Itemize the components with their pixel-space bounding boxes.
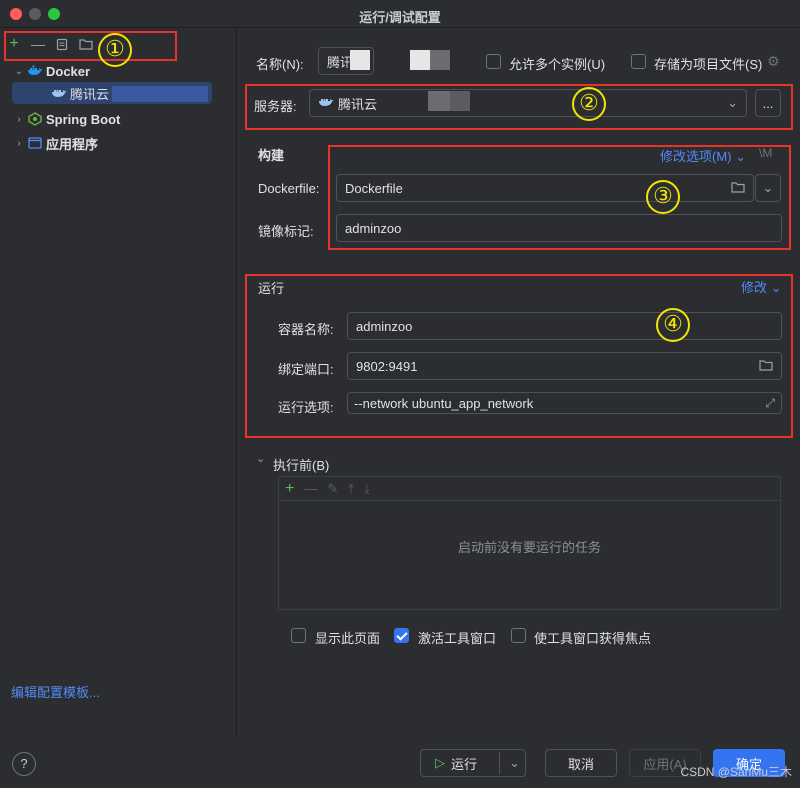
play-icon: ▷	[435, 755, 445, 770]
expand-icon[interactable]: ⤢	[765, 396, 775, 411]
plus-icon[interactable]: +	[6, 35, 22, 52]
container-name-label: 容器名称:	[278, 322, 334, 337]
activate-tool-window-checkbox[interactable]	[394, 628, 409, 643]
application-icon	[26, 135, 44, 151]
image-tag-field[interactable]: adminzoo	[336, 214, 782, 242]
chevron-down-icon: ⌄	[735, 149, 747, 164]
docker-icon	[26, 63, 44, 79]
tree-item-label: 腾讯云	[70, 86, 110, 102]
tree-item-spring-boot[interactable]: › Spring Boot	[0, 108, 230, 130]
tree-item-label: 应用程序	[46, 136, 99, 152]
redaction-mask	[450, 91, 470, 111]
redaction-mask	[410, 50, 430, 70]
server-select[interactable]: 腾讯云 ⌄	[309, 89, 747, 117]
window-title: 运行/调试配置	[359, 10, 441, 25]
gear-icon[interactable]: ⚙	[767, 53, 780, 70]
before-launch-panel: + — ✎ ⤒ ⤓ 启动前没有要运行的任务	[278, 476, 781, 610]
image-tag-label: 镜像标记:	[258, 224, 314, 239]
tree-item-application[interactable]: › 应用程序	[0, 132, 230, 154]
server-label: 服务器:	[254, 99, 297, 114]
modify-options-link[interactable]: 修改选项(M) ⌄	[660, 146, 746, 165]
watermark: CSDN @SanMu三木	[680, 765, 792, 779]
server-more-button[interactable]: ...	[755, 89, 781, 117]
build-section-title: 构建	[258, 148, 285, 163]
run-section-title: 运行	[258, 281, 285, 296]
name-label: 名称(N):	[256, 57, 304, 72]
annotation-number-4: ④	[656, 308, 690, 342]
redaction-mask	[430, 50, 450, 70]
plus-icon[interactable]: +	[285, 480, 294, 498]
chevron-right-icon[interactable]: ›	[12, 138, 26, 149]
run-options-field[interactable]: --network ubuntu_app_network ⤢	[347, 392, 782, 414]
chevron-down-icon[interactable]: ⌄	[12, 66, 26, 77]
chevron-down-icon: ⌄	[727, 95, 738, 110]
store-as-project-file-label: 存储为项目文件(S)	[654, 57, 763, 72]
copy-icon[interactable]	[54, 36, 70, 52]
before-launch-title: 执行前(B)	[273, 458, 330, 473]
focus-tool-window-checkbox[interactable]	[511, 628, 526, 643]
tree-item-label: Docker	[46, 63, 91, 79]
bind-ports-label: 绑定端口:	[278, 362, 334, 377]
shortcut-hint: \M	[759, 146, 773, 160]
edit-config-templates-link[interactable]: 编辑配置模板...	[11, 682, 100, 701]
minus-icon[interactable]: —	[30, 36, 46, 52]
chevron-down-icon[interactable]: ⌄	[509, 755, 520, 771]
chevron-down-icon: ⌄	[762, 180, 774, 195]
spring-boot-icon	[26, 111, 44, 127]
minus-icon[interactable]: —	[304, 481, 317, 496]
focus-tool-window-label: 使工具窗口获得焦点	[534, 631, 652, 646]
before-launch-empty-text: 启动前没有要运行的任务	[457, 540, 601, 555]
annotation-number-3: ③	[646, 180, 680, 214]
annotation-number-1: ①	[98, 33, 132, 67]
allow-multiple-instances-label: 允许多个实例(U)	[509, 57, 606, 72]
chevron-right-icon[interactable]: ›	[12, 114, 26, 125]
dockerfile-field[interactable]: Dockerfile	[336, 174, 754, 202]
redaction-mask	[428, 91, 450, 111]
folder-icon[interactable]	[759, 359, 773, 374]
redaction-mask	[112, 86, 208, 102]
folder-icon[interactable]	[78, 36, 94, 52]
move-down-icon[interactable]: ⤓	[364, 481, 370, 497]
edit-icon[interactable]: ✎	[327, 481, 338, 497]
folder-icon[interactable]	[731, 181, 745, 196]
bind-ports-field[interactable]: 9802:9491	[347, 352, 782, 380]
help-button[interactable]: ?	[12, 752, 36, 776]
title-bar: 运行/调试配置	[0, 0, 800, 28]
run-button[interactable]: ▷ 运行 ⌄	[420, 749, 526, 777]
cancel-button[interactable]: 取消	[545, 749, 617, 777]
show-page-label: 显示此页面	[315, 631, 381, 646]
container-name-field[interactable]: adminzoo	[347, 312, 782, 340]
tree-item-label: Spring Boot	[46, 111, 121, 127]
move-up-icon[interactable]: ⤒	[348, 481, 354, 497]
chevron-down-icon: ⌄	[770, 280, 782, 295]
allow-multiple-instances-checkbox[interactable]	[486, 54, 501, 69]
docker-icon	[318, 96, 334, 111]
annotation-number-2: ②	[572, 87, 606, 121]
run-modify-link[interactable]: 修改 ⌄	[741, 277, 782, 296]
show-page-checkbox[interactable]	[291, 628, 306, 643]
run-options-label: 运行选项:	[278, 400, 334, 415]
before-launch-toolbar: + — ✎ ⤒ ⤓	[279, 477, 780, 501]
chevron-down-icon[interactable]: ⌄	[256, 452, 265, 465]
dockerfile-dropdown-button[interactable]: ⌄	[755, 174, 781, 202]
dockerfile-label: Dockerfile:	[258, 181, 320, 196]
sidebar: + — ⌄ Docker 腾讯云 › Spring Boot › 应用程序	[0, 28, 237, 738]
sidebar-toolbar: + —	[6, 34, 94, 54]
docker-icon	[50, 85, 68, 101]
store-as-project-file-checkbox[interactable]	[631, 54, 646, 69]
redaction-mask	[350, 50, 370, 70]
activate-tool-window-label: 激活工具窗口	[418, 631, 497, 646]
